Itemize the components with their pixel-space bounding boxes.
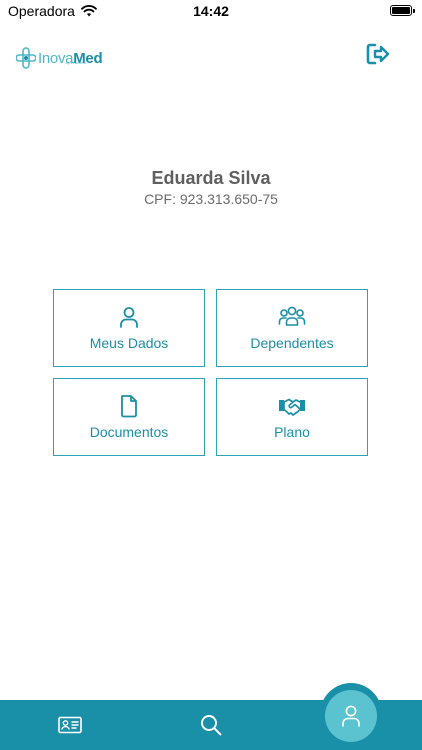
- menu-card-plano[interactable]: Plano: [216, 378, 368, 456]
- tab-profile[interactable]: [325, 690, 377, 742]
- user-cpf: CPF: 923.313.650-75: [144, 191, 278, 207]
- menu-card-label: Meus Dados: [89, 335, 169, 351]
- status-time: 14:42: [193, 3, 229, 19]
- logo-mark-icon: [16, 47, 36, 69]
- id-card-icon: [58, 716, 82, 734]
- user-icon: [342, 705, 360, 727]
- menu-card-label: Documentos: [89, 424, 169, 440]
- status-bar: Operadora 14:42: [0, 0, 422, 22]
- handshake-icon: [279, 398, 305, 416]
- tab-id-card[interactable]: [57, 712, 83, 738]
- search-icon: [201, 715, 222, 736]
- logo-subtitle: operadora: [66, 60, 87, 65]
- menu-card-meus-dados[interactable]: Meus Dados: [53, 289, 205, 367]
- user-name: Eduarda Silva: [151, 168, 271, 188]
- user-icon: [120, 307, 138, 328]
- document-icon: [121, 395, 137, 418]
- logout-button[interactable]: [364, 40, 392, 68]
- menu-card-documentos[interactable]: Documentos: [53, 378, 205, 456]
- menu-card-label: Dependentes: [250, 335, 334, 351]
- battery-icon: [390, 5, 415, 16]
- users-icon: [278, 306, 306, 326]
- tab-search[interactable]: [198, 712, 224, 738]
- logout-icon: [366, 43, 390, 65]
- app-logo: InovaMed operadora: [16, 44, 103, 72]
- menu-card-label: Plano: [274, 424, 310, 440]
- menu-card-dependentes[interactable]: Dependentes: [216, 289, 368, 367]
